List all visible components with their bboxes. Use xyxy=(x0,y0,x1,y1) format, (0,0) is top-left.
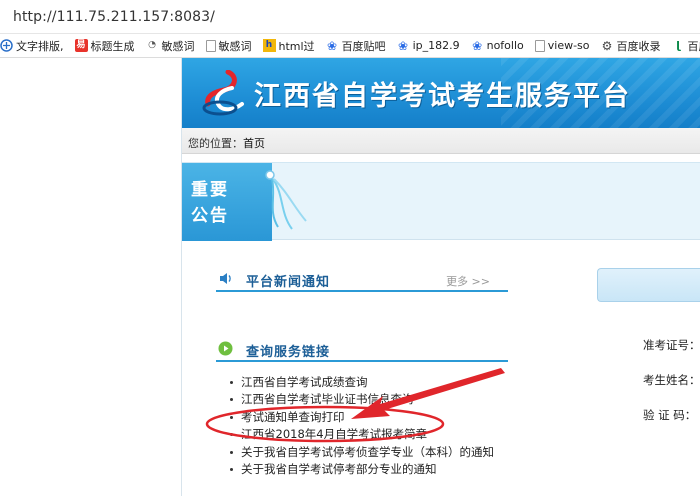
breadcrumb-prefix: 您的位置： xyxy=(188,137,243,150)
bookmark-10[interactable]: ɭ 百度 xyxy=(672,38,700,54)
bookmark-6[interactable]: ❀ ip_182.9 xyxy=(397,39,460,52)
notice-label-block: 重要 公告 xyxy=(182,163,272,241)
url-text[interactable]: http://111.75.211.157:8083/ xyxy=(13,9,215,25)
notice-label-line2: 公告 xyxy=(191,206,229,226)
bookmark-3[interactable]: 敏感词 xyxy=(205,38,252,54)
bookmark-9[interactable]: ⚙ 百度收录 xyxy=(601,38,661,54)
query-links-list: 江西省自学考试成绩查询 江西省自学考试毕业证书信息查询 考试通知单查询打印 江西… xyxy=(230,374,494,478)
bullet-icon xyxy=(230,450,233,454)
bookmark-7[interactable]: ❀ nofollo xyxy=(471,39,524,52)
query-link-3[interactable]: 江西省2018年4月自学考试报考简章 xyxy=(230,426,494,443)
bookmark-label: html过 xyxy=(278,39,315,53)
bookmark-5[interactable]: ❀ 百度贴吧 xyxy=(326,38,386,54)
bookmark-label: view-so xyxy=(547,39,590,52)
bookmark-2[interactable]: ◔ 敏感词 xyxy=(146,38,195,54)
bullet-icon xyxy=(230,415,233,419)
bookmark-4[interactable]: h html过 xyxy=(262,38,315,54)
baidu-paw-icon: ❀ xyxy=(327,38,338,53)
x-icon: ɭ xyxy=(676,39,680,52)
important-notice-banner: 重要 公告 xyxy=(182,162,700,241)
site-logo-icon xyxy=(202,70,244,116)
play-circle-icon xyxy=(218,341,233,356)
query-link-5[interactable]: 关于我省自学考试停考部分专业的通知 xyxy=(230,461,494,478)
login-panel-header xyxy=(597,268,700,302)
exam-no-label: 准考证号： xyxy=(643,338,700,352)
bookmark-8[interactable]: view-so xyxy=(534,39,590,52)
bookmark-label: 百度贴吧 xyxy=(341,39,386,53)
bookmark-label: nofollo xyxy=(486,39,524,52)
gear-icon: ⚙ xyxy=(601,38,613,53)
query-link-0[interactable]: 江西省自学考试成绩查询 xyxy=(230,374,494,391)
name-label: 考生姓名： xyxy=(643,373,700,387)
yi-logo-icon: 易 xyxy=(74,39,88,52)
bullet-icon xyxy=(230,381,233,384)
speaker-icon xyxy=(220,273,231,284)
bookmark-1[interactable]: 易 标题生成 xyxy=(74,38,135,54)
site-title: 江西省自学考试考生服务平台 xyxy=(254,81,631,112)
bookmark-label: ip_182.9 xyxy=(412,39,460,52)
bookmark-0[interactable]: 文字排版, xyxy=(0,38,64,54)
bullet-icon xyxy=(230,433,233,437)
bookmark-label: 敏感词 xyxy=(161,39,195,53)
news-section-title: 平台新闻通知 xyxy=(246,275,331,290)
bookmark-label: 标题生成 xyxy=(90,39,135,53)
baidu-paw-icon: ❀ xyxy=(472,38,483,53)
news-section-header: 平台新闻通知 更多 >> xyxy=(216,268,508,292)
bullet-icon xyxy=(230,398,233,402)
tassel-icon xyxy=(265,170,307,230)
site-banner: 江西省自学考试考生服务平台 xyxy=(182,58,700,128)
bookmark-label: 敏感词 xyxy=(218,39,252,53)
query-link-4[interactable]: 关于我省自学考试停考侦查学专业（本科）的通知 xyxy=(230,444,494,461)
news-more-link[interactable]: 更多 >> xyxy=(446,273,490,289)
query-section-title: 查询服务链接 xyxy=(246,345,331,360)
query-link-1[interactable]: 江西省自学考试毕业证书信息查询 xyxy=(230,391,494,408)
html-icon: h xyxy=(262,39,276,52)
query-section-header: 查询服务链接 xyxy=(216,338,508,362)
baidu-paw-icon: ❀ xyxy=(398,38,409,53)
page-icon xyxy=(534,39,545,52)
page-icon: ◔ xyxy=(148,40,156,50)
bookmark-label: 百度 xyxy=(687,39,700,53)
captcha-label: 验 证 码： xyxy=(643,408,697,422)
notice-label-line1: 重要 xyxy=(191,180,229,200)
bullet-icon xyxy=(230,468,233,472)
breadcrumb-home-link[interactable]: 首页 xyxy=(243,137,265,150)
bookmark-label: 文字排版, xyxy=(16,39,64,53)
text-layout-icon xyxy=(0,39,13,52)
page-icon xyxy=(205,39,216,52)
bookmarks-bar: 文字排版, 易 标题生成 ◔ 敏感词 敏感词 h html过 ❀ 百度贴吧 ❀ … xyxy=(0,34,700,58)
query-link-2[interactable]: 考试通知单查询打印 xyxy=(230,409,494,426)
bookmark-label: 百度收录 xyxy=(616,39,661,53)
breadcrumb: 您的位置：首页 xyxy=(182,128,700,154)
browser-url-bar[interactable]: http://111.75.211.157:8083/ xyxy=(0,0,700,34)
